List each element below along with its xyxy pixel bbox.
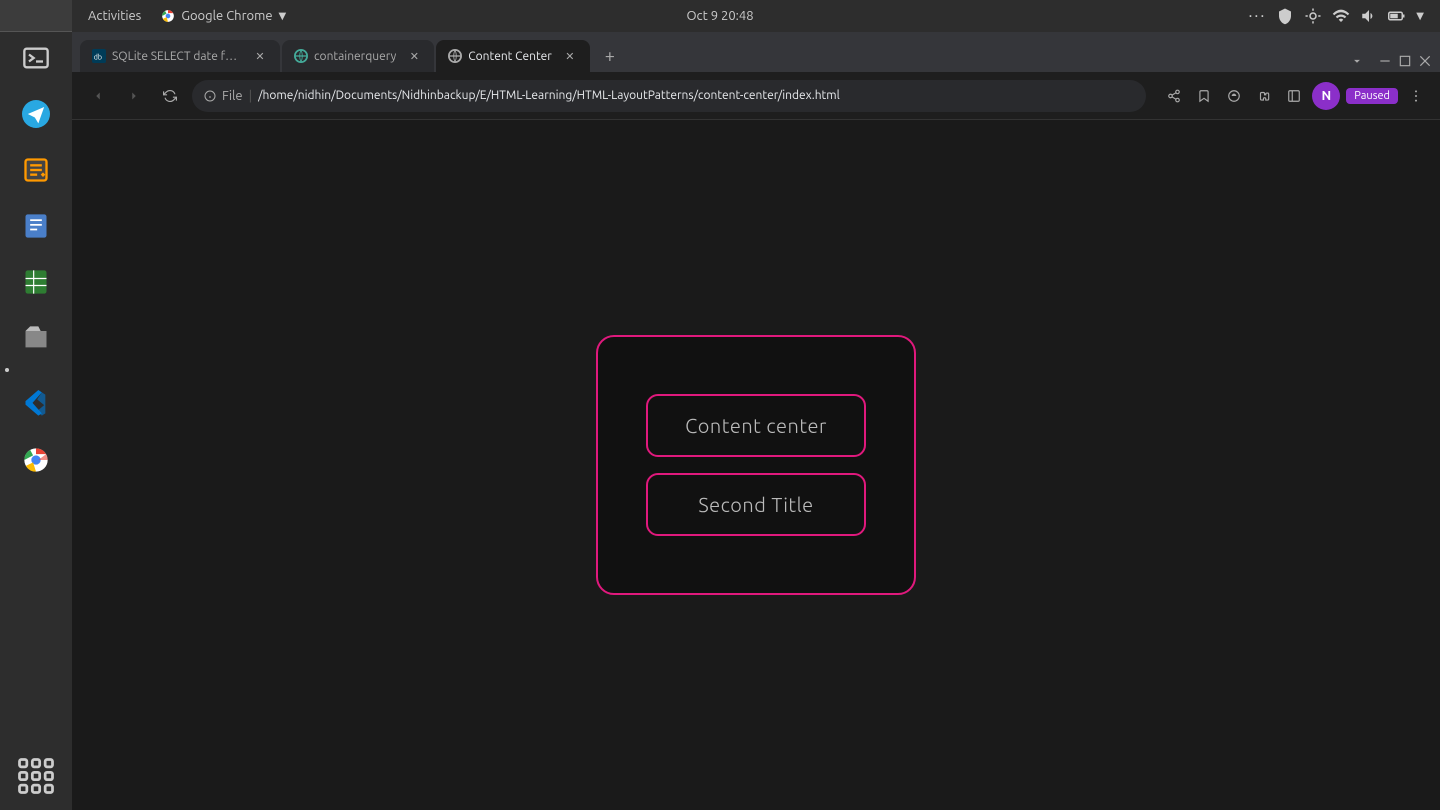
minimize-icon[interactable]	[1378, 54, 1392, 68]
address-protocol: File	[222, 89, 243, 103]
address-bar-row: File | /home/nidhin/Documents/Nidhinback…	[72, 72, 1440, 120]
paused-button[interactable]: Paused	[1346, 88, 1398, 104]
address-separator: |	[249, 89, 253, 103]
os-datetime: Oct 9 20:48	[686, 9, 753, 23]
files-icon[interactable]	[14, 316, 58, 360]
first-title-box: Content center	[646, 394, 866, 457]
back-button[interactable]	[84, 82, 112, 110]
share-icon[interactable]	[1162, 84, 1186, 108]
tab-containerquery-close[interactable]: ✕	[406, 48, 422, 64]
forward-button[interactable]	[120, 82, 148, 110]
main-area: Activities Google Chrome ▼ Oct 9 20:48 ·…	[72, 0, 1440, 810]
new-tab-button[interactable]: +	[596, 42, 624, 70]
app-grid-icon[interactable]	[14, 754, 58, 798]
spreadsheet-icon[interactable]	[14, 260, 58, 304]
containerquery-favicon	[294, 49, 308, 63]
first-title: Content center	[685, 414, 827, 437]
brightness-icon	[1304, 7, 1322, 25]
terminal-icon[interactable]	[14, 36, 58, 80]
chrome-menu-icon[interactable]	[1404, 84, 1428, 108]
contentcenter-favicon	[448, 49, 462, 63]
tab-containerquery-label: containerquery	[314, 50, 396, 63]
tab-overflow-menu[interactable]	[1350, 54, 1432, 68]
telegram-icon[interactable]	[14, 92, 58, 136]
taskbar	[0, 0, 72, 810]
text-editor-icon[interactable]	[14, 148, 58, 192]
os-topbar: Activities Google Chrome ▼ Oct 9 20:48 ·…	[72, 0, 1440, 32]
tab-contentcenter[interactable]: Content Center ✕	[436, 40, 590, 72]
sidebar-toggle-icon[interactable]	[1282, 84, 1306, 108]
tab-sqlite[interactable]: db SQLite SELECT date for a ✕	[80, 40, 280, 72]
browser: db SQLite SELECT date for a ✕ containerq…	[72, 32, 1440, 810]
wifi-icon	[1332, 7, 1350, 25]
chrome-lens-icon[interactable]	[1222, 84, 1246, 108]
tab-contentcenter-label: Content Center	[468, 50, 552, 63]
tab-sqlite-label: SQLite SELECT date for a	[112, 50, 242, 63]
tab-contentcenter-close[interactable]: ✕	[562, 48, 578, 64]
shield-icon	[1276, 7, 1294, 25]
vscode-icon[interactable]	[14, 382, 58, 426]
bookmark-icon[interactable]	[1192, 84, 1216, 108]
tab-bar: db SQLite SELECT date for a ✕ containerq…	[72, 32, 1440, 72]
second-title-box: Second Title	[646, 473, 866, 536]
address-bar-icons-right: N Paused	[1162, 82, 1428, 110]
sqlite-favicon: db	[92, 49, 106, 63]
os-app-chevron[interactable]: ▼	[279, 10, 287, 22]
tab-containerquery[interactable]: containerquery ✕	[282, 40, 434, 72]
taskbar-top-bar	[0, 0, 72, 32]
os-chevron-down[interactable]: ▼	[1416, 10, 1424, 22]
close-window-icon[interactable]	[1418, 54, 1432, 68]
restore-icon[interactable]	[1398, 54, 1412, 68]
os-dots-icon[interactable]: ···	[1248, 7, 1266, 25]
profile-badge[interactable]: N	[1312, 82, 1340, 110]
chevron-down-icon	[1350, 54, 1364, 68]
address-bar[interactable]: File | /home/nidhin/Documents/Nidhinback…	[192, 80, 1146, 112]
address-url: /home/nidhin/Documents/Nidhinbackup/E/HT…	[258, 89, 1134, 102]
app-indicator-dot	[5, 368, 9, 372]
activities-label[interactable]: Activities	[88, 9, 141, 23]
os-app-label[interactable]: Google Chrome	[181, 9, 272, 23]
svg-text:db: db	[94, 54, 102, 62]
tab-sqlite-close[interactable]: ✕	[252, 48, 268, 64]
reload-button[interactable]	[156, 82, 184, 110]
battery-icon	[1388, 7, 1406, 25]
second-title: Second Title	[698, 493, 813, 516]
os-topbar-left: Activities Google Chrome ▼	[88, 9, 286, 23]
chrome-taskbar-icon[interactable]	[14, 438, 58, 482]
content-center-container: Content center Second Title	[596, 335, 916, 595]
info-icon	[204, 90, 216, 102]
chrome-os-icon	[161, 9, 175, 23]
extension-puzzle-icon[interactable]	[1252, 84, 1276, 108]
writer-icon[interactable]	[14, 204, 58, 248]
page-content: Content center Second Title	[72, 120, 1440, 810]
os-topbar-right: ··· ▼	[1248, 7, 1424, 25]
volume-icon	[1360, 7, 1378, 25]
